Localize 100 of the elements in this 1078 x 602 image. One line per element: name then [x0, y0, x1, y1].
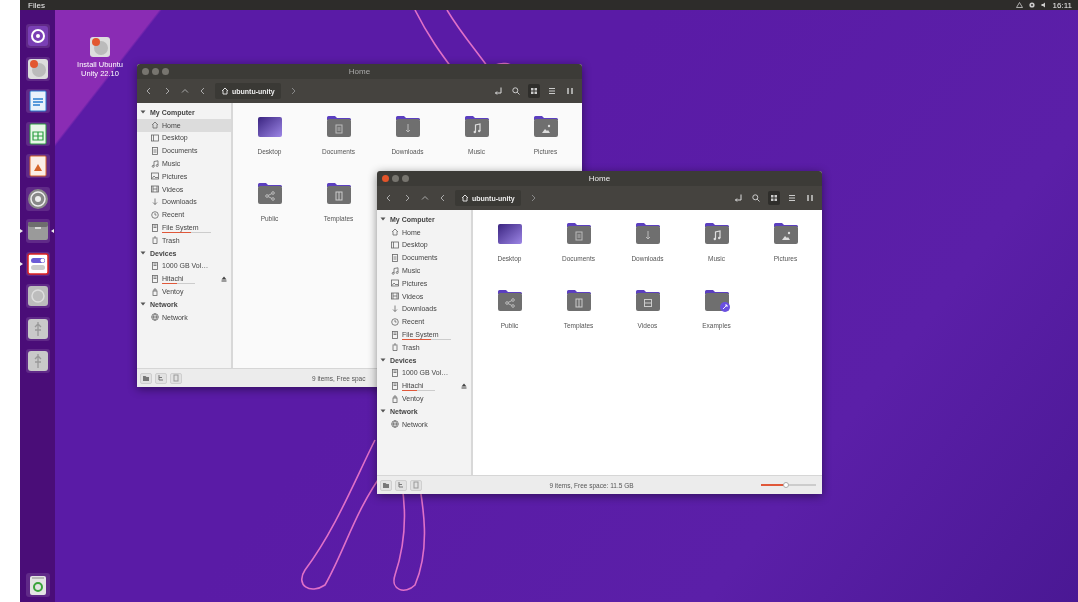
monitor-icon	[391, 241, 399, 249]
app-menu-title[interactable]: Files	[28, 0, 45, 10]
download-arrow-icon	[151, 197, 159, 206]
launcher-button[interactable]	[25, 24, 50, 49]
minimize-button[interactable]	[392, 175, 399, 182]
folder-icon	[634, 289, 661, 312]
places-button[interactable]	[380, 479, 392, 491]
launcher-button[interactable]	[25, 572, 50, 597]
folder-icon	[394, 115, 421, 138]
download-arrow-icon	[391, 304, 399, 313]
film-icon	[391, 292, 399, 301]
circle-logo-icon	[26, 25, 49, 48]
folder-icon	[565, 222, 592, 245]
maximize-button[interactable]	[162, 68, 169, 75]
home-icon	[461, 194, 469, 202]
grid-view-button[interactable]	[528, 84, 540, 98]
clock[interactable]: 16:11	[1052, 0, 1072, 10]
drive-icon	[391, 330, 399, 339]
launcher-button[interactable]	[25, 316, 50, 341]
concentric-circles-icon	[26, 187, 49, 210]
picture-icon	[151, 172, 159, 181]
folder-icon	[496, 289, 523, 312]
chevron-left-icon	[385, 194, 393, 202]
launcher-button[interactable]	[25, 349, 50, 374]
launcher-button[interactable]	[25, 56, 50, 81]
picture-icon	[391, 279, 399, 288]
home-icon	[221, 87, 229, 95]
music-note-icon	[391, 266, 399, 275]
folder-icon	[496, 222, 523, 245]
drive-icon	[391, 368, 399, 377]
drive-icon	[151, 274, 159, 283]
zoom-slider-thumb[interactable]	[782, 481, 789, 488]
drive-icon	[151, 261, 159, 270]
tree-icon	[157, 374, 165, 382]
launcher-button[interactable]	[25, 89, 50, 114]
folder-small-icon	[382, 481, 390, 489]
list-view-icon	[788, 194, 796, 202]
launcher-button[interactable]	[25, 251, 50, 276]
folder-small-icon	[142, 374, 150, 382]
corner-arrow-icon	[733, 194, 743, 202]
speaker-icon	[1040, 2, 1047, 8]
document-icon	[391, 253, 399, 262]
list-view-icon	[548, 87, 556, 95]
folder-icon	[463, 115, 490, 138]
tree-button[interactable]	[155, 372, 167, 384]
chevron-right-icon	[403, 194, 411, 202]
launcher-button[interactable]	[25, 186, 50, 211]
launcher-button[interactable]	[25, 284, 50, 309]
film-icon	[151, 185, 159, 194]
spreadsheet-icon	[26, 122, 49, 145]
launcher-button[interactable]	[25, 121, 50, 146]
usb-drive-icon	[391, 394, 399, 403]
folder-icon	[565, 289, 592, 312]
maximize-button[interactable]	[402, 175, 409, 182]
chevron-left-icon	[145, 87, 153, 95]
compact-view-icon	[806, 194, 814, 202]
network-icon	[1015, 2, 1023, 8]
presentation-icon	[26, 155, 49, 178]
minimize-button[interactable]	[152, 68, 159, 75]
window-title: Home	[588, 174, 611, 183]
monitor-icon	[151, 134, 159, 142]
panel-icon	[412, 481, 420, 489]
chevron-up-icon	[421, 194, 429, 202]
folder-icon	[325, 115, 352, 138]
chevron-left-icon	[199, 87, 207, 95]
tree-button[interactable]	[395, 479, 407, 491]
window-title: Home	[348, 67, 371, 76]
chevron-left-icon	[439, 194, 447, 202]
document-icon	[151, 146, 159, 155]
places-button[interactable]	[140, 372, 152, 384]
grid-view-icon	[530, 87, 538, 95]
close-button[interactable]	[142, 68, 149, 75]
folder-icon	[703, 222, 730, 245]
launcher-button[interactable]	[25, 154, 50, 179]
home-icon	[391, 228, 399, 237]
folder-icon	[256, 115, 283, 138]
folder-icon	[256, 182, 283, 205]
corner-arrow-icon	[493, 87, 503, 95]
clock-icon	[151, 210, 159, 219]
drive-icon	[151, 223, 159, 232]
panel-icon	[172, 374, 180, 382]
clock-icon	[391, 317, 399, 326]
usb-drive-icon	[151, 287, 159, 296]
tree-icon	[397, 481, 405, 489]
usb-icon	[26, 350, 49, 373]
grid-view-button[interactable]	[768, 191, 780, 205]
folder-icon	[634, 222, 661, 245]
music-note-icon	[151, 159, 159, 168]
grid-view-icon	[770, 194, 778, 202]
folder-icon	[703, 289, 730, 312]
chevron-up-icon	[181, 87, 189, 95]
folder-icon	[325, 182, 352, 205]
search-icon	[512, 87, 520, 95]
drawer-icon	[26, 220, 49, 243]
compact-view-icon	[566, 87, 574, 95]
close-button[interactable]	[382, 175, 389, 182]
folder-icon	[532, 115, 559, 138]
search-icon	[752, 194, 760, 202]
folder-icon	[772, 222, 799, 245]
drive-icon	[391, 381, 399, 390]
